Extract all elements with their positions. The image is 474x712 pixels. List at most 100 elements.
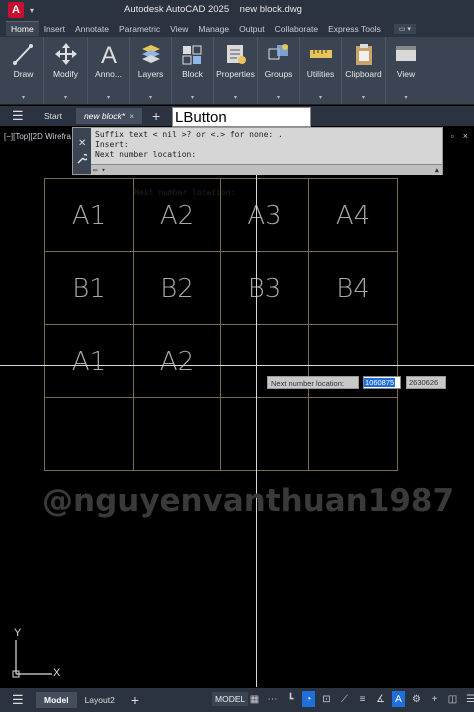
- table-cell: B3: [220, 251, 309, 325]
- tab-express-tools[interactable]: Express Tools: [323, 22, 386, 36]
- isolate-icon[interactable]: ◫: [446, 691, 459, 707]
- command-window: ✕ Suffix text < nil >? or <.> for none: …: [72, 127, 443, 197]
- panel-utilities[interactable]: Utilities ▾: [300, 37, 342, 104]
- panel-caret-icon[interactable]: ▾: [234, 94, 237, 101]
- crosshair-vertical: [256, 127, 257, 687]
- wrench-icon[interactable]: [77, 153, 89, 167]
- panel-modify[interactable]: Modify ▾: [44, 37, 88, 104]
- workspace-icon[interactable]: A: [392, 691, 405, 707]
- command-prompt-text: Next number location:: [134, 188, 236, 197]
- tab-insert[interactable]: Insert: [39, 22, 70, 36]
- snap-icon[interactable]: ⋯: [266, 691, 279, 707]
- panel-block[interactable]: Block ▾: [172, 37, 214, 104]
- panel-draw[interactable]: Draw ▾: [4, 37, 44, 104]
- panel-caret-icon[interactable]: ▾: [319, 94, 322, 101]
- tab-new-block[interactable]: new block* ×: [75, 108, 143, 124]
- layers-icon: [137, 41, 165, 67]
- add-layout-button[interactable]: +: [131, 692, 139, 708]
- close-icon[interactable]: ✕: [78, 138, 86, 149]
- tab-start[interactable]: Start: [36, 108, 70, 124]
- panel-view[interactable]: View ▾: [386, 37, 426, 104]
- panel-annotation[interactable]: A Anno... ▾: [88, 37, 130, 104]
- model-space-button[interactable]: MODEL: [212, 692, 249, 706]
- drawing-table: A1 A2 A3 A4 B1 B2 B3 B4 A1 A2: [44, 178, 398, 471]
- command-history-line: Insert:: [95, 140, 129, 149]
- command-prompt-icon[interactable]: ▭ ▾: [93, 165, 106, 176]
- table-cell: B4: [308, 251, 398, 325]
- polar-icon[interactable]: ◔: [302, 691, 315, 707]
- panel-properties[interactable]: Properties ▾: [214, 37, 258, 104]
- panel-layers[interactable]: Layers ▾: [130, 37, 172, 104]
- customize-icon[interactable]: ☰: [464, 691, 474, 707]
- close-icon[interactable]: ×: [129, 111, 134, 121]
- panel-label-annotation: Anno...: [95, 69, 122, 79]
- table-cell: A2: [133, 324, 221, 398]
- dynamic-input-x-value: 1060875: [364, 378, 396, 387]
- panel-caret-icon[interactable]: ▾: [107, 94, 110, 101]
- panel-label-view: View: [396, 69, 416, 79]
- tab-annotate[interactable]: Annotate: [70, 22, 114, 36]
- gear-icon[interactable]: ⚙: [410, 691, 423, 707]
- new-tab-button[interactable]: +: [152, 108, 160, 124]
- command-history: Suffix text < nil >? or <.> for none: .I…: [95, 130, 283, 160]
- watermark-text: @nguyenvanthuan1987: [42, 483, 455, 519]
- scroll-up-icon[interactable]: ▲: [435, 165, 439, 176]
- osnap-icon[interactable]: ⊡: [320, 691, 333, 707]
- panel-label-draw: Draw: [13, 69, 34, 79]
- title-bar: A ▾ Autodesk AutoCAD 2025 new block.dwg: [0, 0, 474, 20]
- tab-parametric[interactable]: Parametric: [114, 22, 165, 36]
- table-cell: A4: [308, 178, 398, 252]
- tab-manage[interactable]: Manage: [193, 22, 234, 36]
- tab-view[interactable]: View: [165, 22, 193, 36]
- layout-menu-icon[interactable]: ☰: [12, 692, 26, 708]
- tab-collaborate[interactable]: Collaborate: [270, 22, 323, 36]
- restore-icon[interactable]: ▫: [451, 131, 454, 141]
- panel-caret-icon[interactable]: ▾: [64, 94, 67, 101]
- table-cell-text: A2: [159, 347, 195, 377]
- dynamic-input-x-field[interactable]: 1060875: [363, 376, 401, 389]
- tab-layout2[interactable]: Layout2: [77, 692, 123, 708]
- dynamic-input-y-field[interactable]: 2630626: [406, 376, 446, 389]
- table-cell-text: B4: [336, 274, 370, 304]
- table-cell-text: A2: [159, 201, 195, 231]
- tab-output[interactable]: Output: [234, 22, 270, 36]
- command-history-line: Next number location:: [95, 150, 197, 159]
- grid-icon[interactable]: ▦: [248, 691, 261, 707]
- panel-caret-icon[interactable]: ▾: [149, 94, 152, 101]
- lineweight-icon[interactable]: ≡: [356, 691, 369, 707]
- command-line-input[interactable]: ▭ ▾ Next number location: ▲: [91, 164, 442, 197]
- ribbon-options-button[interactable]: ▭ ▾: [393, 23, 416, 34]
- viewport-controls-label[interactable]: [−][Top][2D Wirefra: [4, 132, 71, 141]
- clipboard-icon: [350, 41, 378, 67]
- file-menu-icon[interactable]: ☰: [12, 108, 26, 124]
- ortho-icon[interactable]: ┗: [284, 691, 297, 707]
- panel-label-modify: Modify: [52, 69, 79, 79]
- table-cell-text: B2: [160, 274, 194, 304]
- annotation-icon[interactable]: ∡: [374, 691, 387, 707]
- panel-groups[interactable]: Groups ▾: [258, 37, 300, 104]
- dynamic-input-prompt: Next number location:: [267, 376, 359, 389]
- panel-caret-icon[interactable]: ▾: [404, 94, 407, 101]
- panel-clipboard[interactable]: Clipboard ▾: [342, 37, 386, 104]
- ribbon-tab-bar: Home Insert Annotate Parametric View Man…: [0, 20, 474, 37]
- command-history-line: Suffix text < nil >? or <.> for none: .: [95, 130, 283, 139]
- panel-caret-icon[interactable]: ▾: [362, 94, 365, 101]
- table-cell: A1: [44, 324, 134, 398]
- svg-text:A: A: [101, 42, 117, 67]
- close-icon[interactable]: ×: [463, 131, 468, 141]
- iso-icon[interactable]: ⟋: [338, 691, 351, 707]
- tab-new-block-label: new block*: [83, 111, 126, 121]
- panel-caret-icon[interactable]: ▾: [277, 94, 280, 101]
- move-arrows-icon: [52, 41, 80, 67]
- plus-icon[interactable]: +: [428, 691, 441, 707]
- autocad-app-icon[interactable]: A: [8, 2, 24, 18]
- table-cell-text: A4: [335, 201, 371, 231]
- tab-model[interactable]: Model: [36, 692, 77, 708]
- panel-caret-icon[interactable]: ▾: [191, 94, 194, 101]
- panel-caret-icon[interactable]: ▾: [22, 94, 25, 101]
- tab-home[interactable]: Home: [6, 21, 39, 36]
- ucs-y-label: Y: [14, 627, 22, 639]
- quick-access-caret-icon[interactable]: ▾: [30, 6, 34, 15]
- crosshair-horizontal: [0, 365, 474, 366]
- ucs-x-label: X: [53, 667, 61, 679]
